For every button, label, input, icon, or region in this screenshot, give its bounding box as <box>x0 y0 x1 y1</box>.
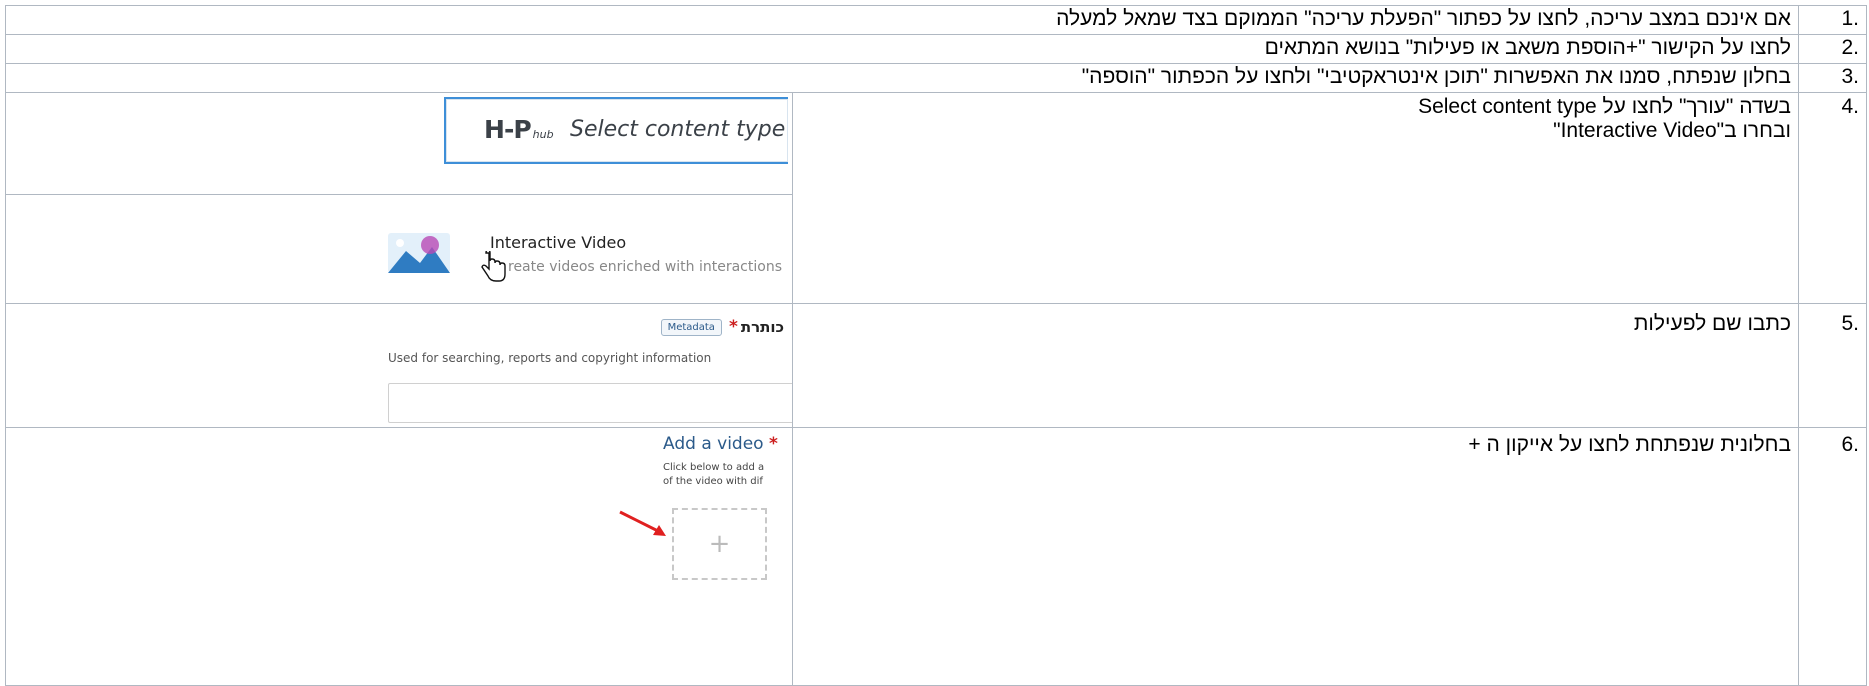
step-number: 5. <box>1841 312 1859 335</box>
step-number: 2. <box>1841 36 1859 59</box>
add-video-help-line-1: Click below to add a <box>663 462 765 473</box>
instructions-table: 1. אם אינכם במצב עריכה, לחצו על כפתור "ה… <box>5 5 1867 686</box>
interactive-video-icon <box>388 233 450 273</box>
col-border <box>792 92 793 686</box>
hand-cursor-icon <box>481 251 506 282</box>
add-video-screenshot: Add a video * Click below to add a of th… <box>655 429 792 685</box>
interactive-video-screenshot: Interactive Video reate videos enriched … <box>380 227 792 283</box>
hub-select-screenshot: H-P hub Select content type <box>444 97 788 164</box>
add-video-help-line-2: of the video with dif <box>663 476 763 487</box>
row-border <box>5 427 1867 428</box>
step-text: בחלון שנפתח, סמנו את האפשרות "תוכן אינטר… <box>1081 65 1791 88</box>
image-divider <box>5 194 792 195</box>
required-asterisk: * <box>728 317 738 337</box>
step-text: לחצו על הקישור "+הוספת משאב או פעילות" ב… <box>1264 36 1791 59</box>
red-arrow-icon <box>619 510 666 536</box>
title-field-label: כותרת <box>740 318 784 336</box>
col-border <box>1866 5 1867 686</box>
col-border <box>1798 5 1799 686</box>
interactive-video-description: reate videos enriched with interactions <box>508 259 782 275</box>
col-border <box>5 5 6 686</box>
metadata-button[interactable]: Metadata <box>660 318 722 336</box>
add-video-label: Add a video * <box>663 434 778 454</box>
row-border <box>5 303 1867 304</box>
h5p-logo: H-P hub <box>484 115 554 144</box>
step-number: 6. <box>1841 433 1859 456</box>
add-video-plus-button[interactable]: + <box>672 508 767 580</box>
step-text: בחלונית שנפתחת לחצו על אייקון ה + <box>1468 433 1791 456</box>
step-number: 1. <box>1841 7 1859 30</box>
select-content-type-label: Select content type <box>570 117 786 142</box>
title-field-help: Used for searching, reports and copyrigh… <box>388 351 712 365</box>
step-number: 4. <box>1841 95 1859 118</box>
step-text: אם אינכם במצב עריכה, לחצו על כפתור "הפעל… <box>1056 7 1791 30</box>
step-text: כתבו שם לפעילות <box>1633 312 1791 335</box>
row-border <box>5 92 1867 93</box>
title-field-screenshot: כותרת * Metadata Used for searching, rep… <box>380 311 792 423</box>
step-text: ובחרו ב"Interactive Video" <box>1553 119 1791 142</box>
step-text: בשדה "עורך" לחצו על Select content type <box>1418 95 1791 118</box>
interactive-video-title: Interactive Video <box>490 233 627 252</box>
step-number: 3. <box>1841 65 1859 88</box>
title-input[interactable] <box>388 383 792 423</box>
